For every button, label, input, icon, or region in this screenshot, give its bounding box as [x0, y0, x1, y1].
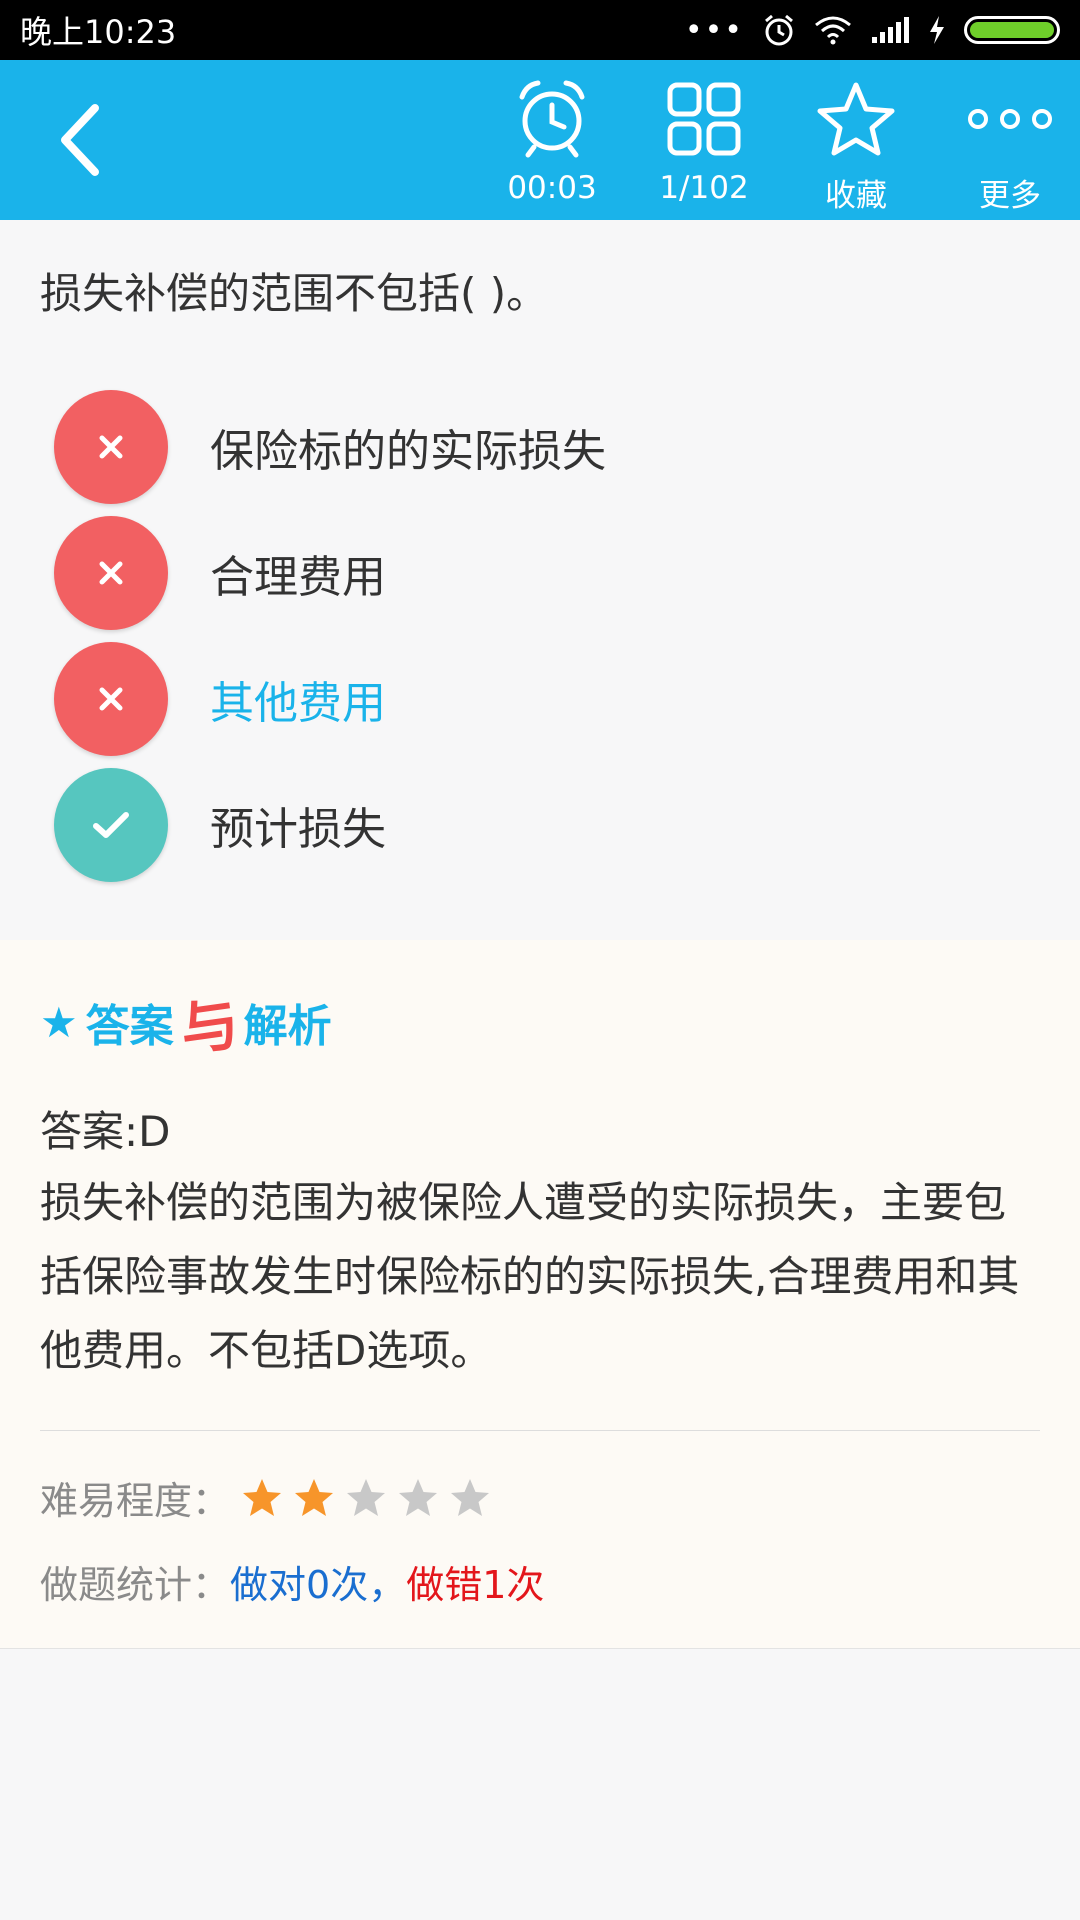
status-bar: 晚上10:23 ••• [0, 0, 1080, 60]
question-text: 损失补偿的范围不包括( )。 [40, 269, 549, 318]
more-button[interactable]: 更多 [940, 60, 1080, 220]
option-d-text: 预计损失 [210, 804, 386, 855]
options-list: 保险标的的实际损失 合理费用 其他费用 预计损失 [0, 384, 1080, 888]
check-icon [93, 812, 129, 838]
difficulty-star-icon [451, 1478, 490, 1516]
option-b-text: 合理费用 [210, 552, 386, 603]
answer-text: 答案:D [40, 1107, 171, 1156]
stats-correct: 做对0次， [230, 1563, 407, 1607]
close-icon [99, 561, 123, 585]
option-d-marker [54, 768, 168, 882]
option-c[interactable]: 其他费用 [0, 636, 1080, 762]
back-button[interactable] [40, 100, 120, 180]
title-and: 与 [175, 989, 243, 1065]
progress-label: 1/102 [659, 170, 749, 206]
top-toolbar: 00:03 1/102 收藏 更多 [0, 60, 1080, 220]
stats-label: 做题统计： [40, 1563, 231, 1607]
explanation-text: 损失补偿的范围为被保险人遭受的实际损失，主要包括保险事故发生时保险标的的实际损失… [40, 1178, 1020, 1375]
status-time: 晚上10:23 [20, 13, 177, 51]
signal-icon [872, 17, 909, 43]
timer-button[interactable]: 00:03 [482, 60, 622, 220]
status-icons: ••• [685, 13, 1060, 48]
difficulty-star-icon [243, 1478, 282, 1516]
difficulty-label: 难易程度： [40, 1479, 231, 1523]
favorite-button[interactable]: 收藏 [786, 60, 926, 220]
difficulty-star-icon [347, 1478, 386, 1516]
wifi-icon [815, 16, 851, 45]
stats-row: 做题统计：做对0次，做错1次 [40, 1554, 544, 1609]
option-b-marker [54, 516, 168, 630]
stats-wrong: 做错1次 [406, 1563, 545, 1607]
more-notifications-icon: ••• [684, 12, 744, 48]
option-b[interactable]: 合理费用 [0, 510, 1080, 636]
timer-label: 00:03 [507, 170, 597, 206]
difficulty-stars [240, 1477, 492, 1519]
close-icon [99, 687, 123, 711]
analysis-panel: ★ 答案 与 解析 答案:D 损失补偿的范围为被保险人遭受的实际损失，主要包括保… [0, 940, 1080, 1649]
star-icon [817, 82, 895, 156]
more-label: 更多 [979, 178, 1041, 214]
favorite-label: 收藏 [825, 178, 887, 214]
more-dots-icon [968, 109, 1052, 129]
close-icon [99, 435, 123, 459]
title-star-icon: ★ [40, 997, 78, 1047]
option-d[interactable]: 预计损失 [0, 762, 1080, 888]
option-c-text: 其他费用 [210, 678, 386, 729]
charging-icon [930, 16, 944, 44]
difficulty-star-icon [295, 1478, 334, 1516]
analysis-title: ★ 答案 与 解析 [40, 980, 332, 1064]
alarm-clock-icon [519, 80, 585, 158]
question-grid-button[interactable]: 1/102 [634, 60, 774, 220]
title-answer: 答案 [85, 1001, 174, 1052]
difficulty-row: 难易程度： [40, 1470, 492, 1525]
option-a[interactable]: 保险标的的实际损失 [0, 384, 1080, 510]
title-analysis: 解析 [243, 1001, 332, 1052]
difficulty-star-icon [399, 1478, 438, 1516]
option-a-marker [54, 390, 168, 504]
back-chevron-icon [61, 104, 99, 176]
divider [40, 1430, 1040, 1431]
option-c-marker [54, 642, 168, 756]
grid-icon [667, 82, 741, 156]
battery-icon [964, 16, 1060, 44]
option-a-text: 保险标的的实际损失 [210, 426, 606, 477]
alarm-icon [765, 14, 793, 46]
